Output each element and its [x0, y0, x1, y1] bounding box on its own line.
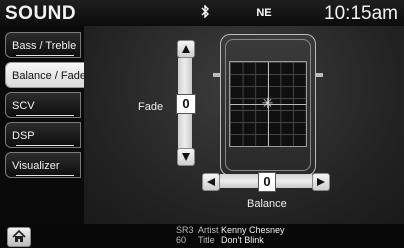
balance-label: Balance: [247, 198, 287, 210]
home-button[interactable]: [7, 227, 31, 247]
balance-left-button[interactable]: [202, 173, 220, 191]
status-bar: SOUND NE 10:15am: [0, 0, 404, 26]
right-mirror: [315, 73, 323, 77]
home-icon: [12, 230, 26, 242]
balance-right-button[interactable]: [312, 173, 330, 191]
tab-label: SCV: [12, 100, 35, 112]
song-title: Don't Blink: [221, 235, 264, 245]
balance-fade-panel: Fade 0 ✳ 0 Balance: [84, 26, 404, 224]
sound-settings-screen: SOUND NE 10:15am Bass / Treble Balance /…: [0, 0, 404, 248]
fade-up-button[interactable]: [177, 40, 195, 58]
artist-key: Artist: [198, 225, 219, 235]
balance-fade-grid[interactable]: ✳: [229, 61, 307, 147]
fade-slider-thumb[interactable]: 0: [176, 94, 196, 114]
sound-tabs: Bass / Treble Balance / Fade SCV DSP Vis…: [0, 26, 89, 224]
tab-label: Balance / Fade: [12, 70, 86, 82]
arrow-left-icon: [207, 178, 215, 186]
tab-scv[interactable]: SCV: [5, 92, 81, 118]
sound-position-marker-icon[interactable]: ✳: [260, 96, 275, 111]
fade-down-button[interactable]: [177, 148, 195, 166]
title-key: Title: [198, 235, 215, 245]
tab-visualizer[interactable]: Visualizer: [5, 152, 81, 178]
clock: 10:15am: [324, 3, 398, 24]
artist-name: Kenny Chesney: [221, 225, 285, 235]
tab-dsp[interactable]: DSP: [5, 122, 81, 148]
balance-slider-thumb[interactable]: 0: [258, 172, 276, 192]
bluetooth-icon: [201, 5, 209, 18]
tab-balance-fade[interactable]: Balance / Fade: [5, 62, 89, 88]
compass-heading: NE: [256, 7, 272, 19]
tab-bass-treble[interactable]: Bass / Treble: [5, 32, 81, 58]
screen-title: SOUND: [5, 3, 77, 24]
arrow-down-icon: [182, 153, 190, 161]
channel-number: 60: [176, 235, 187, 245]
tab-label: Bass / Treble: [12, 40, 77, 52]
car-cabin-diagram: ✳: [213, 34, 323, 176]
source-label: SR3: [176, 225, 194, 235]
tab-label: DSP: [12, 130, 35, 142]
now-playing-bar: SR3 60 Artist Title Kenny Chesney Don't …: [0, 224, 404, 248]
arrow-up-icon: [182, 45, 190, 53]
tab-label: Visualizer: [12, 160, 60, 172]
fade-label: Fade: [138, 101, 164, 113]
left-mirror: [213, 73, 221, 77]
arrow-right-icon: [317, 178, 325, 186]
compass-indicator: NE: [253, 3, 275, 23]
